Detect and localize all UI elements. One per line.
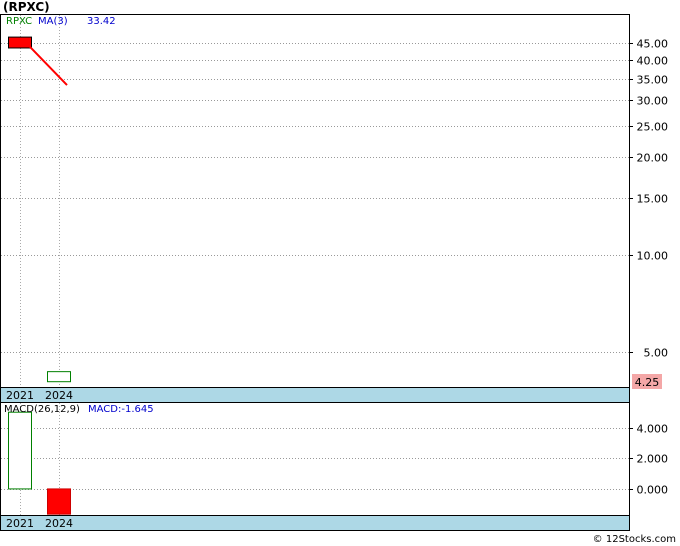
- ma-legend: MA(3): [38, 16, 68, 27]
- macd-x-tick-label: 2021: [6, 517, 34, 530]
- price-x-tick-label: 2021: [6, 389, 34, 402]
- ticker-legend: RPXC: [6, 16, 32, 27]
- macd-x-axis-band: [0, 515, 630, 531]
- price-tick-label: 15.00: [637, 193, 669, 206]
- price-tick-label: 45.00: [637, 38, 669, 51]
- price-y-axis: 45.00 40.00 35.00 30.00 25.00 20.00 15.00 10.00…: [629, 38, 668, 360]
- price-panel-frame: [0, 14, 630, 388]
- price-tick-label: 30.00: [637, 95, 669, 108]
- price-candle: [8, 36, 32, 49]
- price-tick-label: 25.00: [637, 121, 669, 134]
- price-tick-label: 10.00: [637, 250, 669, 263]
- macd-y-axis: 4.000 2.000 0.000: [629, 423, 668, 497]
- price-x-tick-label: 2024: [45, 389, 73, 402]
- price-tick-label: 40.00: [637, 55, 669, 68]
- stock-chart: 45.00 40.00 35.00 30.00 25.00 20.00 15.00 10.00…: [0, 14, 676, 545]
- macd-tick-label: 4.000: [637, 423, 669, 436]
- price-tick-label: 5.00: [644, 347, 669, 360]
- ma-value: 33.42: [87, 16, 116, 27]
- price-candle: [47, 371, 71, 383]
- macd-tick-label: 0.000: [637, 484, 669, 497]
- macd-x-tick-label: 2024: [45, 517, 73, 530]
- price-tick-label: 35.00: [637, 74, 669, 87]
- macd-value: MACD:-1.645: [88, 404, 154, 415]
- macd-legend: MACD(26,12,9): [4, 404, 80, 415]
- price-tick-label: 20.00: [637, 152, 669, 165]
- price-x-axis-band: [0, 387, 630, 403]
- macd-bar: [8, 411, 32, 490]
- macd-bar: [47, 488, 71, 515]
- macd-tick-label: 2.000: [637, 453, 669, 466]
- watermark: © 12Stocks.com: [593, 534, 676, 545]
- last-price-label: 4.25: [635, 376, 660, 389]
